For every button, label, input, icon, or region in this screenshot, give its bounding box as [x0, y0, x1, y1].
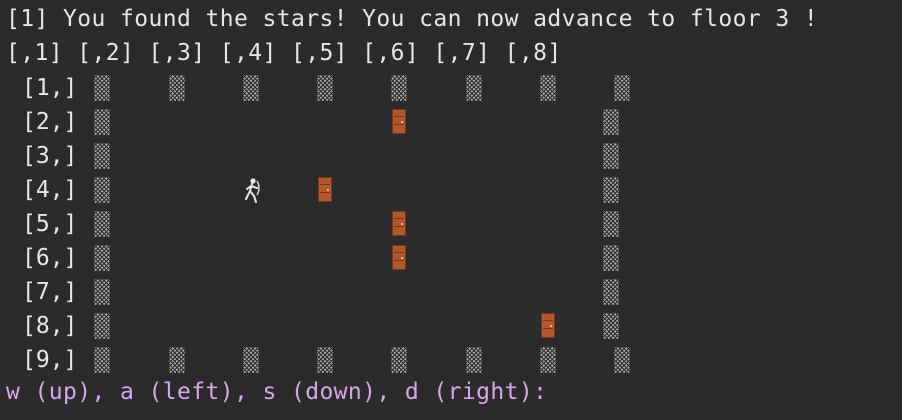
wall-tile	[94, 313, 110, 339]
wall-tile	[94, 109, 110, 135]
wall-tile	[603, 109, 619, 135]
wall-tile	[614, 347, 630, 373]
wall-tile	[603, 211, 619, 237]
wall-tile	[94, 347, 110, 373]
wall-tile	[317, 347, 333, 373]
wall-tile	[466, 75, 482, 101]
door-icon	[541, 313, 555, 338]
wall-tile	[540, 347, 556, 373]
game-board	[0, 0, 902, 420]
wall-tile	[94, 279, 110, 305]
door-icon	[392, 109, 406, 134]
move-prompt[interactable]: w (up), a (left), s (down), d (right):	[6, 375, 547, 409]
wall-tile	[603, 143, 619, 169]
wall-tile	[540, 75, 556, 101]
wall-tile	[391, 347, 407, 373]
wall-tile	[94, 211, 110, 237]
wall-tile	[466, 347, 482, 373]
door-icon	[392, 211, 406, 236]
wall-tile	[603, 245, 619, 271]
wall-tile	[603, 177, 619, 203]
wall-tile	[94, 245, 110, 271]
wall-tile	[94, 143, 110, 169]
door-icon	[318, 177, 332, 202]
wall-tile	[169, 75, 185, 101]
wall-tile	[243, 75, 259, 101]
player-archer-icon	[240, 177, 264, 203]
wall-tile	[391, 75, 407, 101]
wall-tile	[94, 177, 110, 203]
wall-tile	[614, 75, 630, 101]
wall-tile	[94, 75, 110, 101]
wall-tile	[317, 75, 333, 101]
wall-tile	[603, 279, 619, 305]
wall-tile	[169, 347, 185, 373]
wall-tile	[603, 313, 619, 339]
wall-tile	[243, 347, 259, 373]
door-icon	[392, 245, 406, 270]
